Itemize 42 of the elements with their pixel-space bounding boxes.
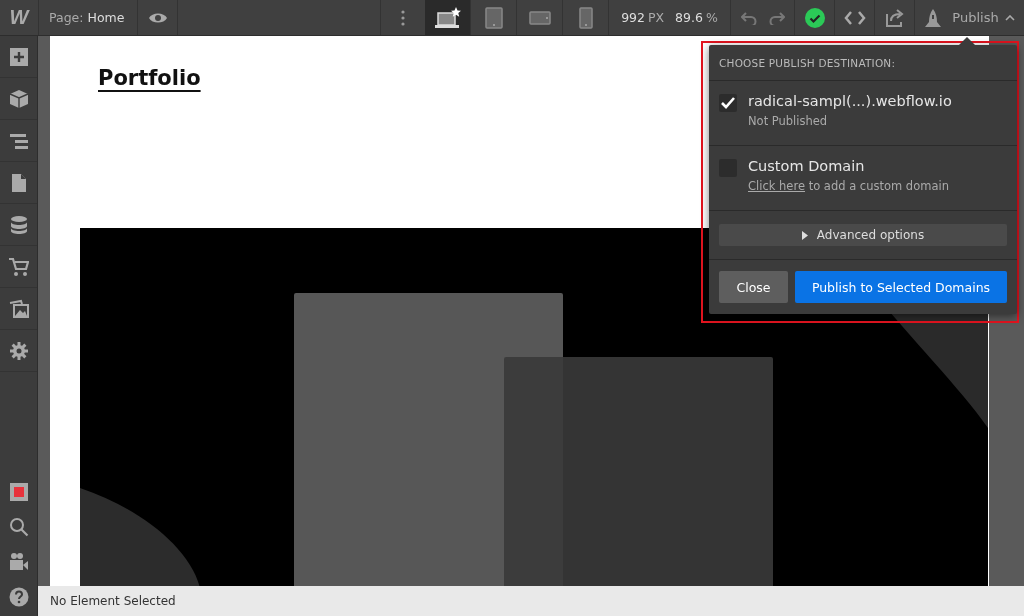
export-icon[interactable]: [884, 8, 905, 27]
code-icon[interactable]: [843, 9, 866, 26]
logo[interactable]: W: [9, 6, 29, 29]
publish-domains-button[interactable]: Publish to Selected Domains: [795, 271, 1007, 303]
check-circle-icon[interactable]: [804, 7, 825, 28]
expand-triangle-icon: [801, 230, 808, 240]
page-selector[interactable]: Home: [87, 10, 125, 25]
rocket-icon: [924, 8, 943, 27]
desktop-star-icon: [433, 6, 462, 29]
page-label: Page:: [49, 10, 84, 25]
help-icon[interactable]: [8, 586, 29, 607]
add-icon[interactable]: [8, 46, 29, 67]
domain-name: Custom Domain: [748, 158, 866, 174]
landscape-phone-icon: [528, 10, 551, 25]
click-here-link[interactable]: Click here: [748, 179, 805, 193]
settings-icon[interactable]: [8, 340, 29, 361]
canvas-width: 992: [621, 10, 645, 25]
publish-button[interactable]: Publish: [952, 10, 1015, 25]
advanced-options-toggle[interactable]: Advanced options: [719, 224, 1007, 246]
device-tab[interactable]: [425, 0, 471, 35]
hint-text: to add a custom domain: [807, 179, 949, 193]
phone-icon: [578, 6, 593, 29]
search-icon[interactable]: [8, 516, 29, 537]
panel-heading: CHOOSE PUBLISH DESTINATION:: [719, 56, 896, 69]
publish-status: Not Published: [748, 114, 829, 128]
more-icon[interactable]: [401, 9, 405, 26]
stop-record-icon[interactable]: [8, 481, 29, 502]
close-button[interactable]: Close: [719, 271, 788, 303]
caret-icon: [1004, 14, 1015, 21]
zoom-unit: %: [705, 10, 718, 25]
cube-icon[interactable]: [8, 88, 29, 109]
video-camera-icon[interactable]: [8, 551, 29, 572]
tablet-icon: [484, 6, 503, 29]
cart-icon[interactable]: [8, 256, 29, 277]
site-heading: Portfolio: [98, 66, 201, 90]
domain-name: radical-sampl(...).webflow.io: [748, 93, 952, 109]
database-icon[interactable]: [8, 214, 29, 235]
checkbox[interactable]: [719, 94, 737, 112]
status-text: No Element Selected: [50, 594, 176, 608]
zoom-level: 89.6: [675, 10, 703, 25]
image-icon[interactable]: [8, 298, 29, 319]
width-unit: PX: [648, 10, 665, 25]
